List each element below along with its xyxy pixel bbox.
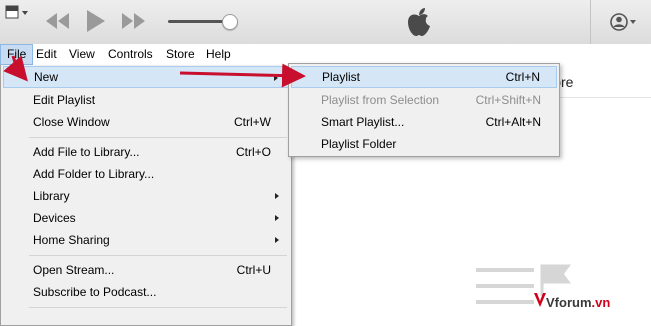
menu-item-shortcut: Ctrl+O — [235, 145, 271, 159]
submenu-item-playlist-from-selection: Playlist from Selection Ctrl+Shift+N — [291, 89, 557, 111]
menu-item-label: Add File to Library... — [33, 145, 140, 159]
menu-item-subscribe-podcast[interactable]: Subscribe to Podcast... — [3, 281, 289, 303]
account-icon — [610, 13, 636, 31]
menu-edit[interactable]: Edit — [30, 44, 63, 65]
next-button[interactable] — [120, 11, 146, 31]
menu-item-devices[interactable]: Devices — [3, 207, 289, 229]
volume-thumb[interactable] — [222, 14, 238, 30]
watermark-v-icon — [534, 293, 546, 307]
submenu-arrow-icon — [275, 193, 279, 199]
menu-item-label: Smart Playlist... — [321, 115, 405, 129]
menu-controls[interactable]: Controls — [102, 44, 159, 65]
app-menu-button[interactable] — [3, 2, 29, 22]
menu-item-edit-playlist[interactable]: Edit Playlist — [3, 89, 289, 111]
watermark-text: Vforum.vn — [546, 295, 610, 310]
new-submenu: Playlist Ctrl+N Playlist from Selection … — [288, 63, 560, 157]
menu-separator — [29, 307, 287, 308]
play-icon — [87, 10, 105, 32]
account-button[interactable] — [609, 11, 641, 33]
menu-item-library[interactable]: Library — [3, 185, 289, 207]
player-toolbar — [0, 0, 651, 45]
menu-separator — [29, 137, 287, 138]
submenu-arrow-icon — [274, 75, 278, 81]
menu-item-new[interactable]: New — [3, 66, 289, 88]
menu-separator — [29, 255, 287, 256]
menu-item-add-folder[interactable]: Add Folder to Library... — [3, 163, 289, 185]
apple-logo-icon — [406, 7, 432, 37]
menu-store[interactable]: Store — [160, 44, 201, 65]
menu-item-shortcut: Ctrl+W — [234, 115, 271, 129]
menu-item-label: Edit Playlist — [33, 93, 96, 107]
menu-help[interactable]: Help — [200, 44, 237, 65]
previous-button[interactable] — [45, 11, 71, 31]
menu-item-shortcut: Ctrl+N — [505, 70, 540, 84]
watermark-brand: Vforum — [546, 295, 592, 310]
menu-item-label: Home Sharing — [33, 233, 110, 247]
menu-item-shortcut: Ctrl+Shift+N — [475, 93, 541, 107]
watermark-bar — [476, 284, 534, 288]
menu-item-open-stream[interactable]: Open Stream... Ctrl+U — [3, 259, 289, 281]
play-button[interactable] — [85, 9, 107, 33]
volume-track — [168, 20, 230, 23]
menu-item-label: Open Stream... — [33, 263, 115, 277]
menu-item-shortcut: Ctrl+Alt+N — [485, 115, 541, 129]
submenu-arrow-icon — [275, 215, 279, 221]
watermark-bar — [476, 300, 534, 304]
account-area — [590, 0, 651, 44]
submenu-arrow-icon — [275, 237, 279, 243]
menu-item-label: Playlist Folder — [321, 137, 397, 151]
watermark-bar — [476, 268, 534, 272]
menu-item-add-file[interactable]: Add File to Library... Ctrl+O — [3, 141, 289, 163]
menu-item-label: Devices — [33, 211, 76, 225]
submenu-item-smart-playlist[interactable]: Smart Playlist... Ctrl+Alt+N — [291, 111, 557, 133]
menu-item-label: Playlist — [322, 70, 361, 84]
submenu-item-playlist-folder[interactable]: Playlist Folder — [291, 133, 557, 155]
menu-item-label: Subscribe to Podcast... — [33, 285, 157, 299]
submenu-item-playlist[interactable]: Playlist Ctrl+N — [291, 66, 557, 88]
watermark: Vforum.vn — [476, 262, 651, 317]
previous-icon — [46, 13, 69, 29]
menu-item-label: New — [34, 70, 59, 84]
menu-item-close-window[interactable]: Close Window Ctrl+W — [3, 111, 289, 133]
next-icon — [122, 13, 145, 29]
menu-file[interactable]: File — [0, 44, 34, 65]
file-menu-dropdown: New Edit Playlist Close Window Ctrl+W Ad… — [0, 65, 292, 326]
menu-item-label: Add Folder to Library... — [33, 167, 155, 181]
menu-item-label: Close Window — [33, 115, 110, 129]
app-menu-icon — [5, 5, 28, 19]
menu-view[interactable]: View — [63, 44, 101, 65]
menu-item-shortcut: Ctrl+U — [236, 263, 271, 277]
menu-item-label: Playlist from Selection — [321, 93, 440, 107]
menu-item-label: Library — [33, 189, 70, 203]
volume-slider[interactable] — [168, 13, 238, 31]
watermark-suffix: .vn — [591, 295, 611, 310]
menu-item-home-sharing[interactable]: Home Sharing — [3, 229, 289, 251]
